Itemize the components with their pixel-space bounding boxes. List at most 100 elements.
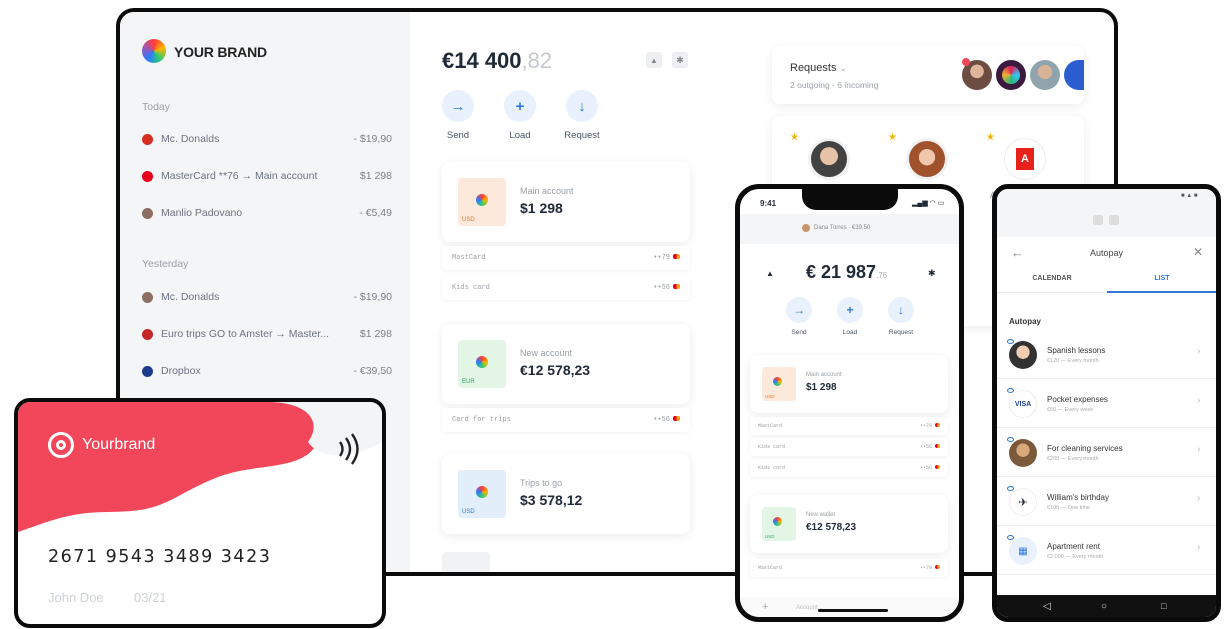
linked-card-row[interactable]: MastCard ••79	[442, 246, 690, 270]
yesterday-label: Yesterday	[142, 258, 189, 270]
slack-avatar-icon[interactable]	[996, 60, 1026, 90]
linked-card-row[interactable]: Kids card ••56	[750, 438, 948, 456]
linked-card-row[interactable]: MastCard ••79	[750, 559, 948, 577]
transaction-label: Manlio Padovano	[161, 207, 243, 219]
account-card[interactable]: USD Trips to go $3 578,12	[442, 454, 690, 534]
load-button[interactable]: +	[837, 297, 863, 323]
autopay-title: William's birthday	[1047, 493, 1109, 502]
action-label: Request	[888, 329, 914, 336]
transaction-row[interactable]: Manlio Padovano - €5,49	[142, 204, 392, 222]
brand-name: YOUR BRAND	[174, 44, 267, 60]
load-button[interactable]: +	[504, 90, 536, 122]
autopay-title: For cleaning services	[1047, 444, 1123, 453]
account-currency: USD	[462, 217, 475, 223]
autopay-indicator	[1007, 535, 1014, 540]
account-amount: €12 578,23	[806, 522, 857, 533]
nav-home-icon[interactable]: ○	[1101, 601, 1107, 612]
mastercard-icon	[935, 423, 940, 427]
linked-card-name: MastCard	[758, 423, 783, 429]
brand-logo-icon	[142, 39, 166, 63]
transaction-row[interactable]: Mc. Donalds - $19,90	[142, 130, 392, 148]
tab-list[interactable]: LIST	[1107, 275, 1216, 282]
tab-calendar[interactable]: CALENDAR	[997, 275, 1107, 282]
autopay-indicator	[1007, 388, 1014, 393]
autopay-item[interactable]: ✈ William's birthday €100 — One time ›	[997, 478, 1216, 526]
account-logo-icon	[476, 486, 488, 498]
autopay-item[interactable]: For cleaning services €200 — Every month ›	[997, 429, 1216, 477]
transaction-label: Euro trips GO to Amster → Master...	[161, 328, 330, 340]
request-button[interactable]: ↓	[888, 297, 914, 323]
request-avatar-4[interactable]	[1064, 60, 1084, 90]
favorite-avatar-1[interactable]	[808, 138, 850, 180]
autopay-item[interactable]: Spanish lessons €120 — Every month ›	[997, 331, 1216, 379]
visa-icon: VISA	[1009, 390, 1037, 418]
autopay-subtitle: €200 — Every month	[1047, 456, 1099, 462]
android-device: ■ ▲ ■ ← Autopay ✕ CALENDAR LIST Autopay …	[992, 184, 1221, 622]
action-label: Load	[842, 329, 858, 336]
mini-button[interactable]	[1109, 215, 1119, 225]
transaction-row[interactable]: MasterCard **76 → Main account $1 298	[142, 167, 392, 185]
linked-card-row[interactable]: Kids card ••56	[750, 459, 948, 477]
autopay-section-label: Autopay	[1009, 317, 1041, 326]
card-brand-logo-icon	[48, 432, 74, 458]
transaction-row[interactable]: Mc. Donalds - $19,90	[142, 288, 392, 306]
send-button[interactable]: →	[786, 297, 812, 323]
merchant-icon	[142, 291, 153, 303]
transaction-label: MasterCard **76 → Main account	[161, 170, 318, 182]
linked-card-name: MastCard	[452, 254, 486, 262]
add-account-tile[interactable]	[442, 552, 490, 572]
autopay-item[interactable]: ▦ Apartment rent €2 000 — Every month ›	[997, 527, 1216, 575]
account-card[interactable]: EUR New account €12 578,23	[442, 324, 690, 404]
account-card[interactable]: USD Main account $1 298	[750, 355, 948, 413]
merchant-icon	[142, 328, 153, 340]
credit-card[interactable]: Yourbrand 2671 9543 3489 3423 John Doe 0…	[14, 398, 386, 628]
transaction-amount: - $19,90	[353, 291, 392, 303]
mastercard-icon	[935, 565, 940, 569]
linked-card-number: ••56	[920, 444, 940, 450]
linked-card-number: ••79	[653, 254, 680, 262]
linked-card-row[interactable]: Kids card ••56	[442, 276, 690, 300]
lock-icon[interactable]: ▲	[766, 269, 774, 278]
adobe-logo-icon[interactable]: A	[1004, 138, 1046, 180]
action-label: Request	[564, 130, 600, 141]
account-name: Main account	[806, 372, 842, 378]
merchant-icon	[142, 133, 153, 145]
add-icon[interactable]: +	[762, 601, 768, 613]
mastercard-icon	[673, 416, 680, 421]
settings-icon[interactable]: ✱	[672, 52, 688, 68]
user-avatar[interactable]	[802, 224, 810, 232]
action-label: Send	[446, 130, 470, 141]
nav-recents-icon[interactable]: □	[1161, 601, 1166, 611]
request-avatar-3[interactable]	[1030, 60, 1060, 90]
account-name: New wallet	[806, 512, 836, 518]
nav-back-icon[interactable]: ◁	[1043, 601, 1051, 612]
account-card[interactable]: USD New wallet €12 578,23	[750, 495, 948, 553]
requests-panel[interactable]: Requests ⌄ 2 outgoing · 6 incoming	[772, 46, 1084, 104]
account-name: Trips to go	[520, 478, 563, 488]
linked-card-row[interactable]: Card for trips ••56	[442, 408, 690, 432]
phone-balance: € 21 987,76	[806, 262, 888, 282]
request-button[interactable]: ↓	[566, 90, 598, 122]
mastercard-icon	[673, 254, 680, 259]
chevron-right-icon: ›	[1197, 346, 1201, 357]
transaction-row[interactable]: Dropbox - €39,50	[142, 362, 392, 380]
favorite-avatar-2[interactable]	[906, 138, 948, 180]
lock-icon[interactable]: ▲	[646, 52, 662, 68]
autopay-subtitle: €100 — One time	[1047, 505, 1091, 511]
star-icon: ★	[790, 132, 799, 143]
close-icon[interactable]: ✕	[1193, 245, 1203, 259]
settings-icon[interactable]: ✱	[928, 268, 936, 279]
transaction-row[interactable]: Euro trips GO to Amster → Master... $1 29…	[142, 325, 392, 343]
payee-avatar	[1009, 439, 1037, 467]
mastercard-icon	[935, 465, 940, 469]
account-card[interactable]: USD Main account $1 298	[442, 162, 690, 242]
linked-card-number: ••79	[920, 423, 940, 429]
phone-notch	[802, 189, 898, 210]
autopay-item[interactable]: VISA Pocket expenses €50 — Every week ›	[997, 380, 1216, 428]
mini-button[interactable]	[1093, 215, 1103, 225]
card-brand-name: Yourbrand	[82, 436, 156, 453]
linked-card-row[interactable]: MastCard ••79	[750, 417, 948, 435]
android-title: Autopay	[1089, 248, 1124, 258]
send-button[interactable]: →	[442, 90, 474, 122]
gift-icon: ✈	[1009, 488, 1037, 516]
